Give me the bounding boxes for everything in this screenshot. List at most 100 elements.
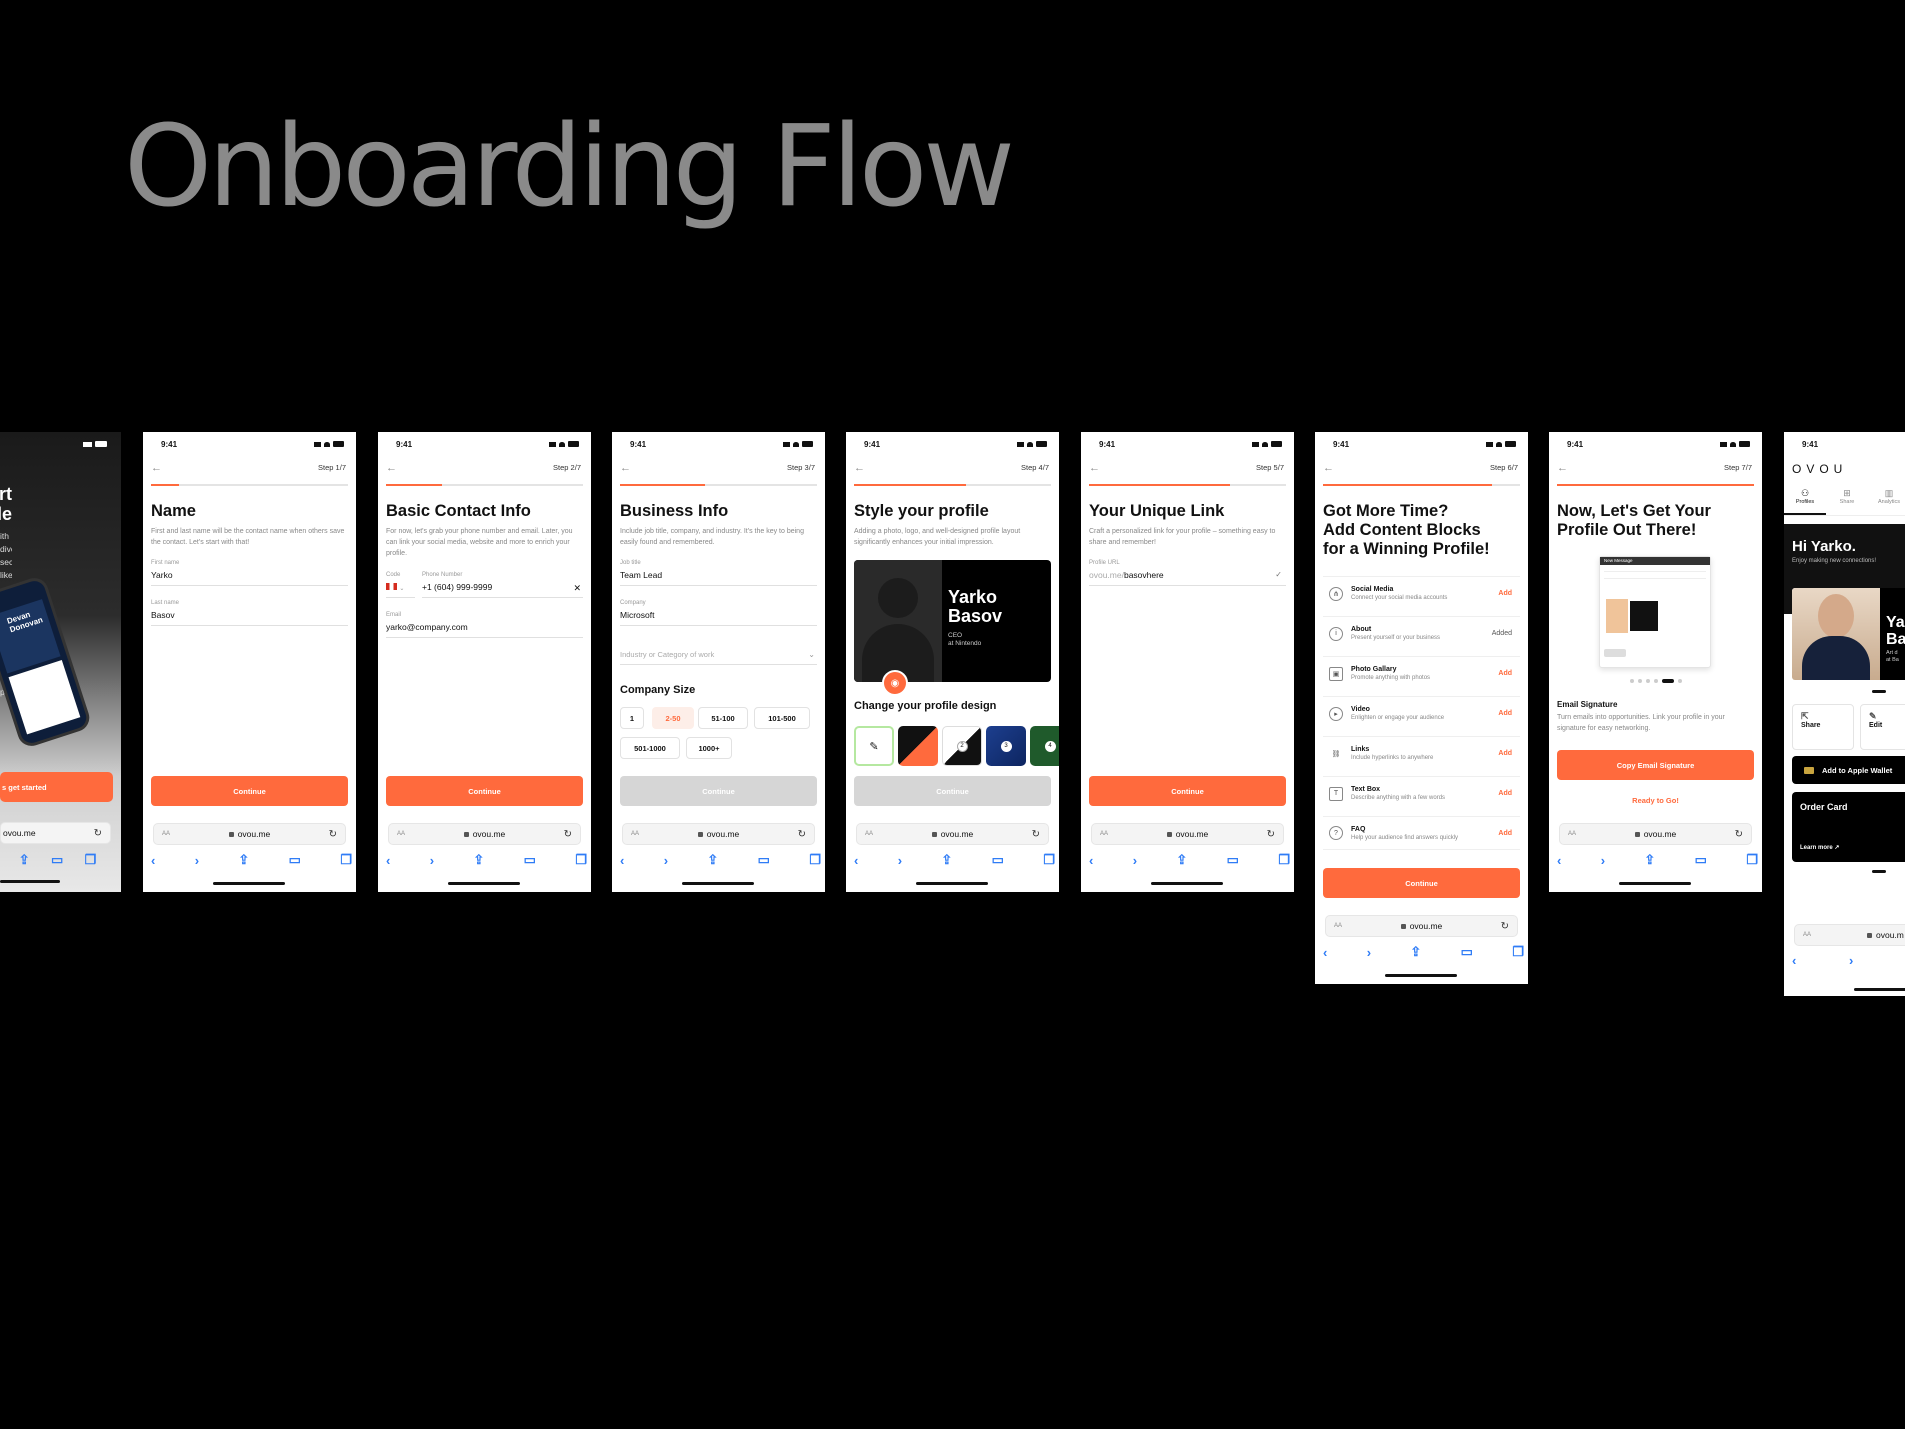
add-button[interactable]: Add <box>1498 590 1512 597</box>
order-card-banner[interactable]: Order Card Learn more ↗ <box>1792 792 1905 862</box>
bookmarks-icon[interactable]: ▭ <box>1461 944 1473 960</box>
block-social-media[interactable]: ⋔ Social Media Connect your social media a… <box>1323 576 1520 610</box>
text-size-icon[interactable]: AA <box>1334 923 1342 929</box>
forward-icon[interactable]: › <box>898 853 902 868</box>
back-icon[interactable]: ‹ <box>151 853 155 868</box>
address-bar[interactable]: AA ovou.me ↻ <box>622 823 815 845</box>
edit-design-icon[interactable]: ✎ <box>854 726 894 766</box>
share-icon[interactable]: ⇪ <box>941 852 952 868</box>
bookmarks-icon[interactable]: ▭ <box>51 852 63 868</box>
country-code-select[interactable]: Code ⌄ <box>386 572 415 598</box>
forward-icon[interactable]: › <box>1133 853 1137 868</box>
continue-button[interactable]: Continue <box>1089 776 1286 806</box>
profile-url-field[interactable]: Profile URL ovou.me/basovhere ✓ <box>1089 560 1286 586</box>
text-size-icon[interactable]: AA <box>1803 932 1811 938</box>
forward-icon[interactable]: › <box>195 853 199 868</box>
reload-icon[interactable]: ↻ <box>1735 829 1743 840</box>
block-faq[interactable]: ? FAQ Help your audience find answers quic… <box>1323 816 1520 850</box>
forward-icon[interactable]: › <box>664 853 668 868</box>
address-bar[interactable]: ovou.me ↻ <box>0 822 111 844</box>
text-size-icon[interactable]: AA <box>397 831 405 837</box>
back-icon[interactable]: ‹ <box>854 853 858 868</box>
share-icon[interactable]: ⇪ <box>1410 944 1421 960</box>
back-arrow-icon[interactable]: ← <box>620 462 631 474</box>
company-field[interactable]: Company Microsoft <box>620 600 817 626</box>
share-icon[interactable]: ⇪ <box>238 852 249 868</box>
get-started-button[interactable]: s get started <box>0 772 113 802</box>
add-button[interactable]: Add <box>1498 750 1512 757</box>
profile-card[interactable]: Ya Ba Art d at Ba <box>1792 588 1905 680</box>
text-size-icon[interactable]: AA <box>1100 831 1108 837</box>
back-arrow-icon[interactable]: ← <box>386 462 397 474</box>
camera-icon[interactable]: ◉ <box>882 670 908 696</box>
size-option-2-50[interactable]: 2-50 <box>652 707 694 729</box>
add-button[interactable]: Add <box>1498 670 1512 677</box>
block-text-box[interactable]: T Text Box Describe anything with a few wo… <box>1323 776 1520 810</box>
job-title-field[interactable]: Job title Team Lead <box>620 560 817 586</box>
address-bar[interactable]: AA ovou.me ↻ <box>153 823 346 845</box>
bookmarks-icon[interactable]: ▭ <box>289 852 301 868</box>
share-icon[interactable]: ⇪ <box>1176 852 1187 868</box>
last-name-field[interactable]: Last name Basov <box>151 600 348 626</box>
continue-button[interactable]: Continue <box>386 776 583 806</box>
reload-icon[interactable]: ↻ <box>564 829 572 840</box>
edit-button[interactable]: ✎ Edit <box>1860 704 1905 750</box>
ready-link[interactable]: Ready to Go! <box>1549 796 1762 805</box>
back-icon[interactable]: ‹ <box>1323 945 1327 960</box>
share-button[interactable]: ⇱ Share <box>1792 704 1854 750</box>
share-icon[interactable]: ⇪ <box>707 852 718 868</box>
text-size-icon[interactable]: AA <box>865 831 873 837</box>
tab-profiles[interactable]: ⚇ Profiles <box>1784 488 1826 515</box>
back-arrow-icon[interactable]: ← <box>854 462 865 474</box>
add-button[interactable]: Add <box>1498 790 1512 797</box>
back-icon[interactable]: ‹ <box>1089 853 1093 868</box>
reload-icon[interactable]: ↻ <box>798 829 806 840</box>
block-video[interactable]: ▸ Video Enlighten or engage your audience A… <box>1323 696 1520 730</box>
design-swatch-1[interactable] <box>898 726 938 766</box>
reload-icon[interactable]: ↻ <box>1032 829 1040 840</box>
block-photo-gallery[interactable]: ▣ Photo Gallary Promote anything with phot… <box>1323 656 1520 690</box>
share-icon[interactable]: ⇪ <box>1644 852 1655 868</box>
forward-icon[interactable]: › <box>1849 953 1853 968</box>
clear-icon[interactable]: ✕ <box>573 583 581 594</box>
copy-signature-button[interactable]: Copy Email Signature <box>1557 750 1754 780</box>
learn-more-link[interactable]: Learn more ↗ <box>1800 844 1839 851</box>
address-bar[interactable]: AA ovou.me ↻ <box>856 823 1049 845</box>
tabs-icon[interactable]: ❐ <box>1512 944 1524 960</box>
tabs-icon[interactable]: ❐ <box>340 852 352 868</box>
apple-wallet-button[interactable]: Add to Apple Wallet <box>1792 756 1905 784</box>
back-icon[interactable]: ‹ <box>386 853 390 868</box>
tabs-icon[interactable]: ❐ <box>85 852 97 868</box>
block-about[interactable]: i About Present yourself or your business A… <box>1323 616 1520 650</box>
size-option-51-100[interactable]: 51-100 <box>698 707 748 729</box>
continue-button[interactable]: Continue <box>151 776 348 806</box>
back-icon[interactable]: ‹ <box>1557 853 1561 868</box>
back-icon[interactable]: ‹ <box>1792 953 1796 968</box>
forward-icon[interactable]: › <box>1367 945 1371 960</box>
back-arrow-icon[interactable]: ← <box>1089 462 1100 474</box>
add-button[interactable]: Add <box>1498 830 1512 837</box>
text-size-icon[interactable]: AA <box>1568 831 1576 837</box>
phone-field[interactable]: Phone Number +1 (604) 999-9999 ✕ <box>422 572 583 598</box>
tab-analytics[interactable]: ▥ Analytics <box>1868 488 1905 515</box>
size-option-501-1000[interactable]: 501-1000 <box>620 737 680 759</box>
text-size-icon[interactable]: AA <box>631 831 639 837</box>
size-option-1000-plus[interactable]: 1000+ <box>686 737 732 759</box>
address-bar[interactable]: AA ovou.me ↻ <box>1091 823 1284 845</box>
block-links[interactable]: ⛓ Links Include hyperlinks to anywhere Add <box>1323 736 1520 770</box>
first-name-field[interactable]: First name Yarko <box>151 560 348 586</box>
email-field[interactable]: Email yarko@company.com <box>386 612 583 638</box>
address-bar[interactable]: AA ovou.me ↻ <box>1559 823 1752 845</box>
back-arrow-icon[interactable]: ← <box>1557 462 1568 474</box>
reload-icon[interactable]: ↻ <box>329 829 337 840</box>
bookmarks-icon[interactable]: ▭ <box>758 852 770 868</box>
back-arrow-icon[interactable]: ← <box>1323 462 1334 474</box>
continue-button-disabled[interactable]: Continue <box>854 776 1051 806</box>
tab-share[interactable]: ⊞ Share <box>1826 488 1868 515</box>
reload-icon[interactable]: ↻ <box>94 828 102 839</box>
continue-button[interactable]: Continue <box>1323 868 1520 898</box>
share-icon[interactable]: ⇪ <box>19 852 30 868</box>
bookmarks-icon[interactable]: ▭ <box>1695 852 1707 868</box>
forward-icon[interactable]: › <box>430 853 434 868</box>
tabs-icon[interactable]: ❐ <box>809 852 821 868</box>
